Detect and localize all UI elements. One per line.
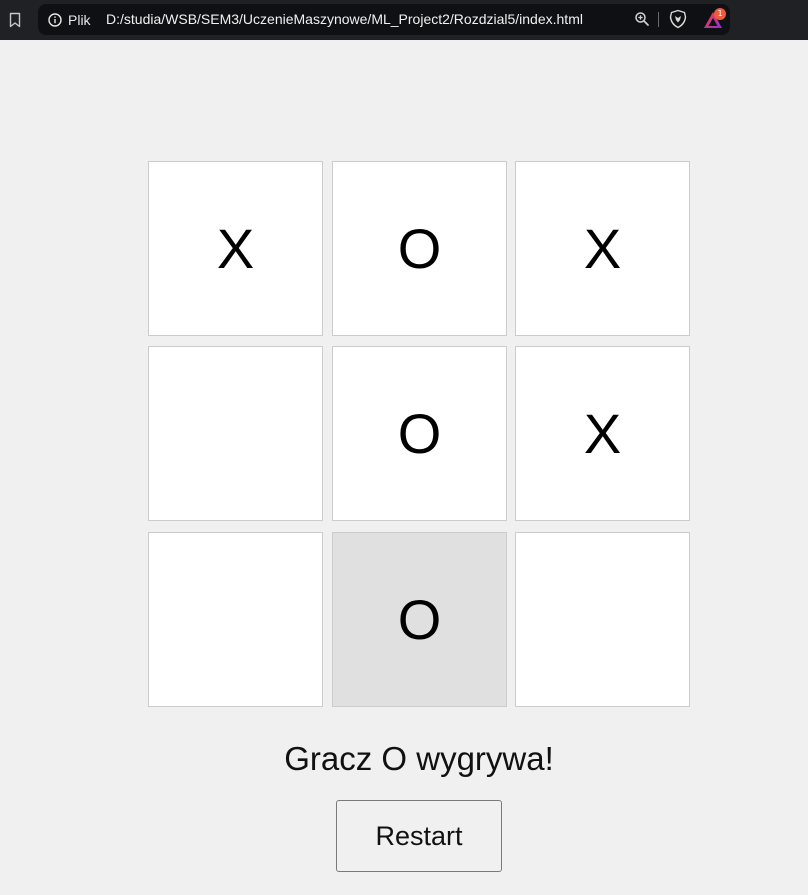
- game-status-message: Gracz O wygrywa!: [284, 740, 554, 777]
- notification-badge: 1: [714, 8, 726, 20]
- board-cell-hovered[interactable]: O: [332, 532, 507, 707]
- game-board: X O X O X O: [148, 161, 692, 709]
- brave-shield-icon[interactable]: [668, 9, 688, 29]
- toolbar-divider: [658, 12, 659, 27]
- board-cell[interactable]: X: [515, 346, 690, 521]
- board-cell[interactable]: O: [332, 161, 507, 336]
- board-cell[interactable]: O: [332, 346, 507, 521]
- board-cell[interactable]: [515, 532, 690, 707]
- site-info-label: Plik: [68, 11, 91, 28]
- board-cell[interactable]: [148, 532, 323, 707]
- bookmark-icon[interactable]: [6, 10, 24, 30]
- address-bar[interactable]: Plik D:/studia/WSB/SEM3/UczenieMaszynowe…: [38, 4, 730, 35]
- url-text[interactable]: D:/studia/WSB/SEM3/UczenieMaszynowe/ML_P…: [106, 4, 583, 35]
- zoom-icon[interactable]: [634, 11, 650, 27]
- board-cell[interactable]: [148, 346, 323, 521]
- restart-button[interactable]: Restart: [336, 800, 502, 872]
- board-cell[interactable]: X: [148, 161, 323, 336]
- browser-toolbar: Plik D:/studia/WSB/SEM3/UczenieMaszynowe…: [0, 0, 808, 40]
- board-cell[interactable]: X: [515, 161, 690, 336]
- info-icon: [48, 12, 62, 27]
- site-info-chip[interactable]: Plik: [48, 4, 91, 35]
